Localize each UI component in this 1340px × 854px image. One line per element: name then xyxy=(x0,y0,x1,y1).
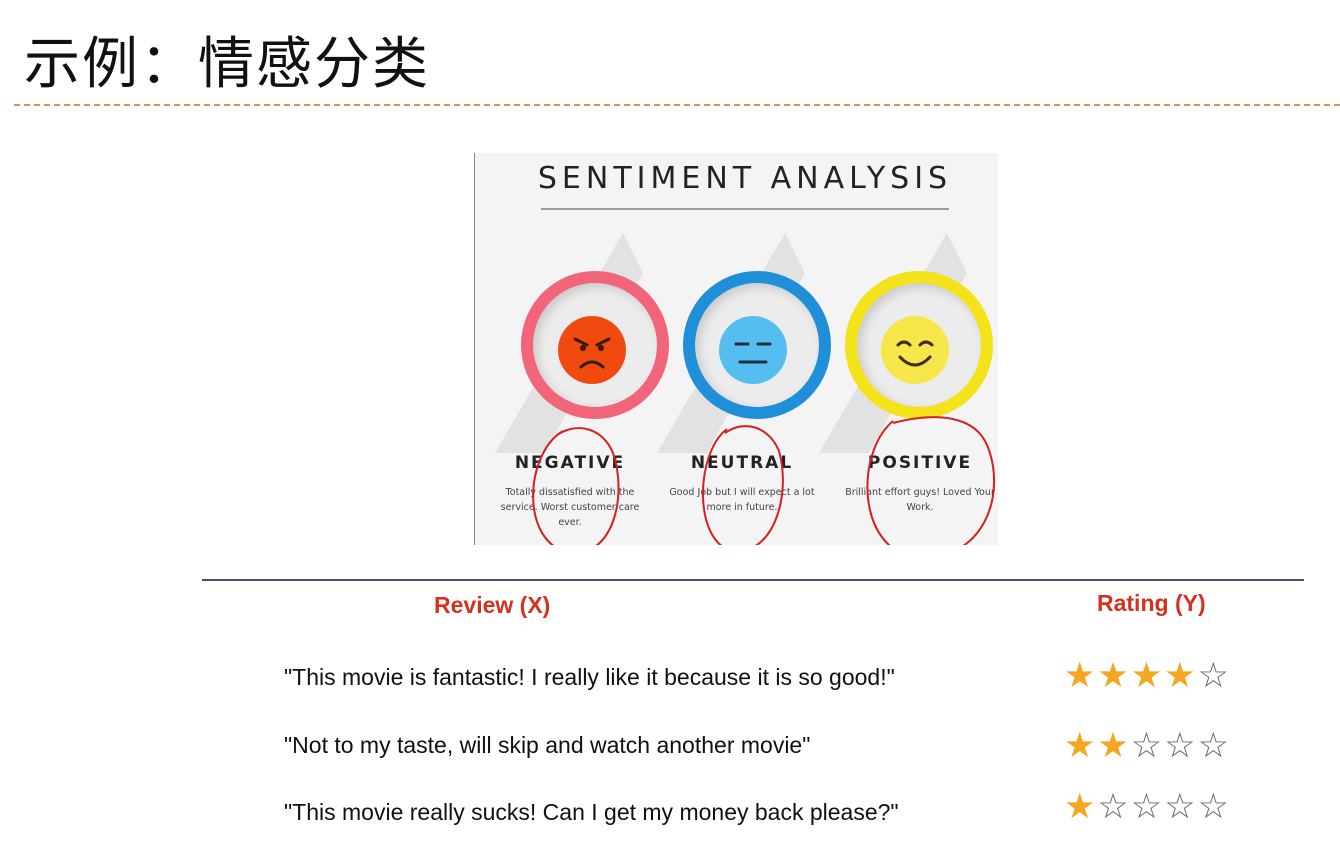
empty-star-icon: ☆ xyxy=(1197,787,1229,827)
filled-star-icon: ★ xyxy=(1097,726,1129,766)
review-text: "Not to my taste, will skip and watch an… xyxy=(284,732,811,758)
empty-star-icon: ☆ xyxy=(1197,726,1229,766)
review-text: "This movie is fantastic! I really like … xyxy=(284,664,895,690)
review-column-header: Review (X) xyxy=(434,592,551,618)
star-rating: ★ ★ ★ ★ ☆ xyxy=(1064,656,1229,696)
empty-star-icon: ☆ xyxy=(1164,726,1196,766)
star-rating: ★ ★ ☆ ☆ ☆ xyxy=(1064,726,1229,766)
filled-star-icon: ★ xyxy=(1064,656,1096,696)
empty-star-icon: ☆ xyxy=(1197,656,1229,696)
star-rating: ★ ☆ ☆ ☆ ☆ xyxy=(1064,787,1229,827)
hand-drawn-circles xyxy=(532,416,996,545)
filled-star-icon: ★ xyxy=(1064,726,1096,766)
empty-star-icon: ☆ xyxy=(1130,726,1163,766)
filled-star-icon: ★ xyxy=(1130,656,1163,696)
filled-star-icon: ★ xyxy=(1164,656,1196,696)
filled-star-icon: ★ xyxy=(1097,656,1129,696)
title-divider xyxy=(14,104,1340,106)
table-divider xyxy=(202,579,1304,581)
filled-star-icon: ★ xyxy=(1064,787,1096,827)
slide-title: 示例：情感分类 xyxy=(24,32,430,97)
empty-star-icon: ☆ xyxy=(1097,787,1129,827)
empty-star-icon: ☆ xyxy=(1130,787,1163,827)
sentiment-infographic: SENTIMENT ANALYSIS NEGATIVE Totally diss… xyxy=(474,153,998,545)
review-text: "This movie really sucks! Can I get my m… xyxy=(284,799,899,825)
empty-star-icon: ☆ xyxy=(1164,787,1196,827)
rating-column-header: Rating (Y) xyxy=(1097,590,1206,616)
